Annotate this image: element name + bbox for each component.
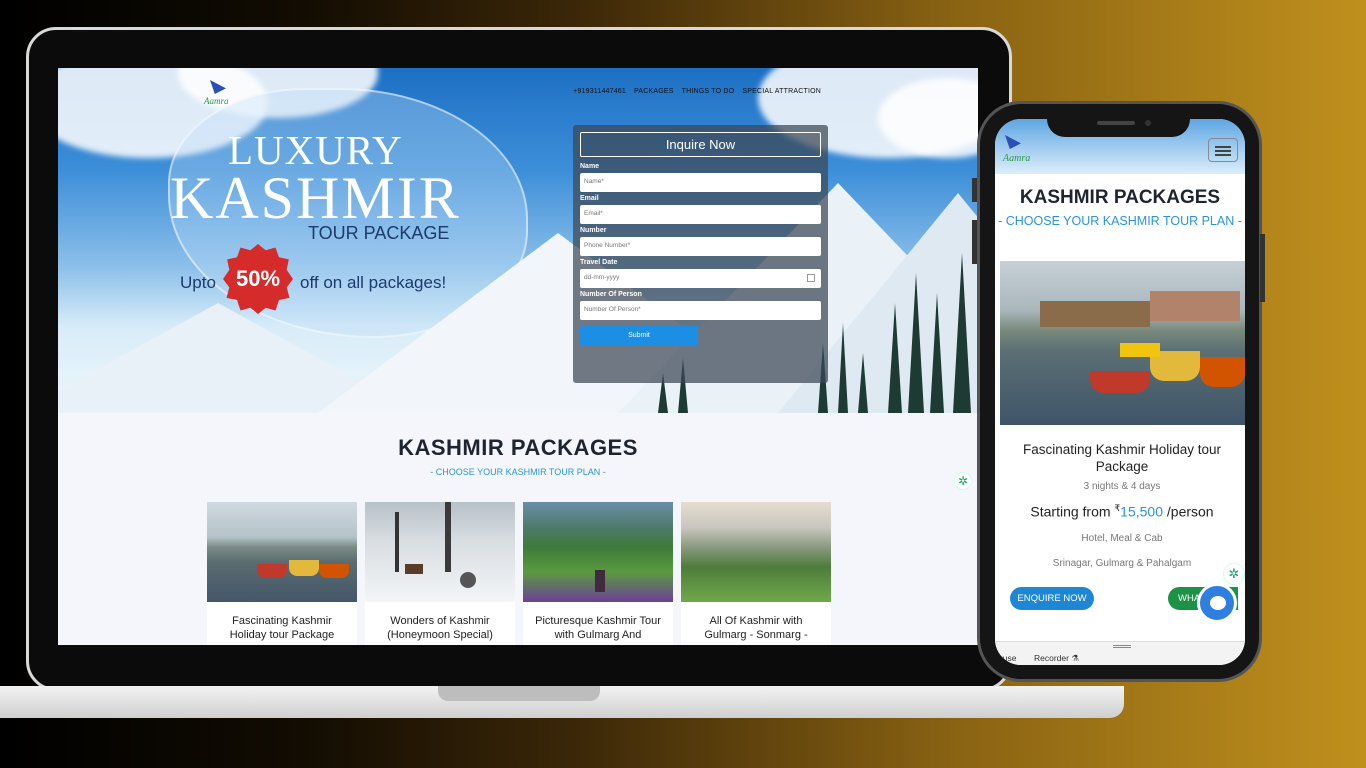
phone-card-includes: Hotel, Meal & Cab: [1081, 533, 1163, 544]
phone-packages-subtitle: - CHOOSE YOUR KASHMIR TOUR PLAN -: [998, 214, 1242, 228]
camera-icon: [1145, 120, 1151, 126]
persons-field[interactable]: Number Of Person*: [580, 301, 821, 320]
persons-label: Number Of Person: [580, 291, 642, 298]
phone-side-button: [972, 178, 977, 202]
flask-icon: ⚗: [1071, 653, 1079, 663]
assistant-icon[interactable]: ✲: [1223, 563, 1245, 585]
nav-things-to-do-link[interactable]: THINGS TO DO: [682, 88, 735, 95]
number-label: Number: [580, 227, 607, 234]
phone-site-logo[interactable]: Aamra: [1001, 135, 1041, 169]
package-card-title: Picturesque Kashmir Tour with Gulmarg An…: [535, 615, 661, 641]
snow-trail-image: [365, 502, 515, 602]
nav-phone-link[interactable]: +919311447461: [573, 88, 626, 95]
laptop-screen: Aamra +919311447461 PACKAGES THINGS TO D…: [58, 68, 978, 645]
dal-lake-image: [207, 502, 357, 602]
bottom-tab-left[interactable]: ouse: [998, 653, 1016, 663]
bird-logo-icon: [1005, 135, 1021, 149]
hamburger-menu-icon[interactable]: [1208, 138, 1238, 162]
submit-button[interactable]: Submit: [580, 326, 698, 346]
enquire-now-button[interactable]: ENQUIRE NOW: [1010, 587, 1094, 610]
valley-image: [681, 502, 831, 602]
packages-subtitle: - CHOOSE YOUR KASHMIR TOUR PLAN -: [430, 467, 606, 477]
phone-packages-title: KASHMIR PACKAGES: [1019, 187, 1221, 208]
phone-side-button: [972, 220, 977, 264]
phone-field[interactable]: Phone Number*: [580, 237, 821, 256]
offer-prefix: Upto: [180, 273, 216, 292]
phone-card-price: Starting from ₹15,500 /person: [1030, 503, 1214, 520]
phone-bottom-bar: ouse Recorder ⚗: [995, 641, 1245, 665]
email-field[interactable]: Email*: [580, 205, 821, 224]
phone-dal-lake-image: [1000, 261, 1245, 425]
package-card[interactable]: All Of Kashmir with Gulmarg - Sonmarg -: [681, 502, 831, 645]
offer-suffix: off on all packages!: [300, 273, 447, 292]
form-title: Inquire Now: [580, 132, 821, 157]
hero-banner: Aamra +919311447461 PACKAGES THINGS TO D…: [58, 68, 978, 413]
nav-packages-link[interactable]: PACKAGES: [634, 88, 674, 95]
phone-card-title: Fascinating Kashmir Holiday tour Package: [1022, 442, 1222, 474]
phone-side-button: [1260, 234, 1265, 302]
bottom-tab-recorder[interactable]: Recorder ⚗: [1034, 653, 1079, 664]
packages-title: KASHMIR PACKAGES: [398, 435, 638, 460]
drag-handle-icon[interactable]: [1113, 645, 1131, 648]
price-value: 15,500: [1120, 503, 1163, 520]
assistant-icon[interactable]: ✲: [954, 472, 972, 490]
laptop-notch: [438, 686, 600, 701]
inquiry-form: Inquire Now Name Name* Email Email* Numb…: [573, 125, 828, 383]
speaker-grille: [1097, 121, 1135, 125]
chat-bubble-icon[interactable]: [1197, 583, 1237, 623]
site-logo[interactable]: Aamra: [204, 78, 244, 112]
package-card[interactable]: Wonders of Kashmir (Honeymoon Special): [365, 502, 515, 645]
hero-title-tour-package: TOUR PACKAGE: [308, 223, 450, 243]
bird-logo-icon: [210, 80, 226, 94]
package-card-title: Wonders of Kashmir (Honeymoon Special): [387, 615, 493, 641]
phone-card-route: Srinagar, Gulmarg & Pahalgam: [1052, 558, 1192, 569]
package-card-title: Fascinating Kashmir Holiday tour Package: [229, 615, 335, 641]
name-label: Name: [580, 163, 600, 170]
name-field[interactable]: Name*: [580, 173, 821, 192]
nav-special-attraction-link[interactable]: SPECIAL ATTRACTION: [742, 88, 821, 95]
meadow-flowers-image: [523, 502, 673, 602]
phone-card-duration: 3 nights & 4 days: [1083, 481, 1161, 492]
package-card[interactable]: Fascinating Kashmir Holiday tour Package: [207, 502, 357, 645]
email-label: Email: [580, 195, 599, 202]
phone-screen: Aamra KASHMIR PACKAGES - CHOOSE YOUR KAS…: [995, 119, 1245, 665]
travel-date-placeholder: dd-mm-yyyy: [584, 274, 620, 281]
travel-date-label: Travel Date: [580, 259, 618, 266]
top-nav: +919311447461 PACKAGES THINGS TO DO SPEC…: [573, 88, 821, 95]
package-card[interactable]: Picturesque Kashmir Tour with Gulmarg An…: [523, 502, 673, 645]
package-card-title: All Of Kashmir with Gulmarg - Sonmarg -: [704, 615, 808, 641]
calendar-icon[interactable]: [807, 274, 815, 282]
package-cards: Fascinating Kashmir Holiday tour Package…: [207, 502, 831, 645]
travel-date-field[interactable]: dd-mm-yyyy: [580, 269, 821, 288]
phone-notch: [1047, 107, 1190, 137]
